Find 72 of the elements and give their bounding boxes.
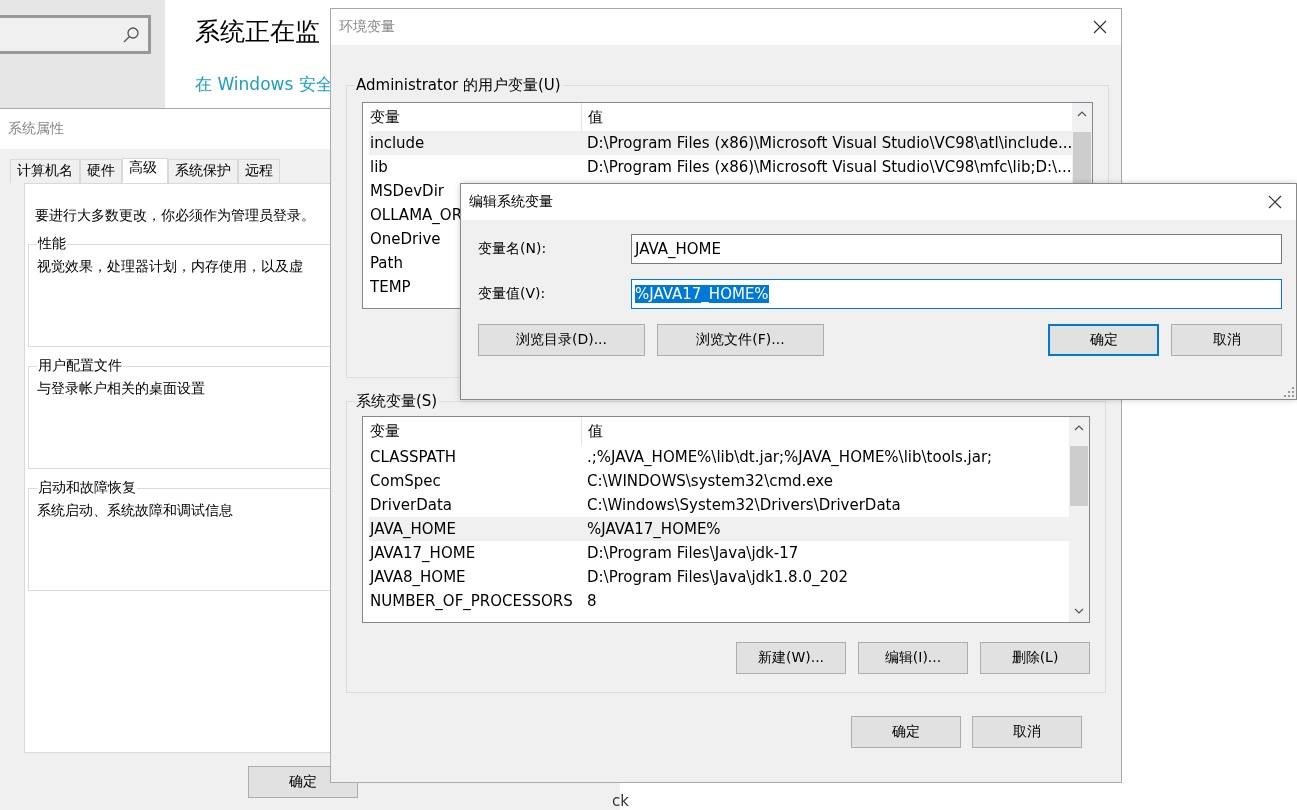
table-cell: D:\Program Files (x86)\Microsoft Visual Studio\VC98\mfc\lib;D:\... (587, 158, 1072, 176)
table-cell: JAVA8_HOME (370, 568, 466, 586)
scroll-down-icon[interactable] (1074, 608, 1084, 614)
dialog-button[interactable]: 取消 (972, 716, 1082, 748)
field-label: 变量名(N): (478, 240, 548, 258)
field-label: 变量值(V): (478, 285, 547, 303)
window-title: 编辑系统变量 (469, 193, 553, 211)
table-cell: JAVA_HOME (370, 520, 457, 538)
table-cell: .;%JAVA_HOME%\lib\dt.jar;%JAVA_HOME%\lib\tools.jar; (587, 448, 993, 466)
table-cell: JAVA17_HOME (370, 544, 476, 562)
tab[interactable]: 高级 (122, 158, 168, 183)
table-cell: C:\Windows\System32\Drivers\DriverData (587, 496, 901, 514)
group-title: 用户配置文件 (37, 357, 123, 375)
scroll-up-icon[interactable] (1074, 425, 1084, 431)
group-description: 与登录帐户相关的桌面设置 (37, 380, 205, 398)
list-row[interactable]: JAVA17_HOME D:\Program Files\Java\jdk-17 (369, 541, 1069, 565)
table-cell: lib (370, 158, 388, 176)
table-cell: Path (370, 254, 403, 272)
close-icon[interactable] (1268, 195, 1282, 209)
dialog-button[interactable]: 确定 (1048, 324, 1159, 356)
text-fragment: ck (612, 792, 629, 810)
dialog-button[interactable]: 取消 (1171, 324, 1282, 356)
dialog-button[interactable]: 确定 (851, 716, 961, 748)
page-title: 系统正在监 (195, 17, 321, 47)
group-title: 系统变量(S) (355, 392, 439, 411)
input-field[interactable]: %JAVA17_HOME% (631, 279, 1282, 309)
notice-text: 要进行大多数更改，你必须作为管理员登录。 (35, 207, 315, 225)
list-row[interactable]: CLASSPATH .;%JAVA_HOME%\lib\dt.jar;%JAVA_HOME%\lib\tools.jar; (369, 445, 1069, 469)
dialog-button[interactable]: 删除(L) (980, 642, 1090, 674)
dialog-button[interactable]: 浏览文件(F)... (657, 324, 824, 356)
table-cell: ComSpec (370, 472, 441, 490)
list-row[interactable]: NUMBER_OF_PROCESSORS 8 (369, 589, 1069, 613)
tab[interactable]: 系统保护 (168, 159, 238, 183)
list-row[interactable]: lib D:\Program Files (x86)\Microsoft Visual Studio\VC98\mfc\lib;D:\... (369, 155, 1073, 179)
tab[interactable]: 远程 (238, 159, 280, 183)
table-cell: NUMBER_OF_PROCESSORS (370, 592, 573, 610)
scrollbar-thumb[interactable] (1070, 446, 1088, 506)
tab[interactable]: 硬件 (80, 159, 122, 183)
table-cell: D:\Program Files\Java\jdk1.8.0_202 (587, 568, 849, 586)
column-header[interactable]: 值 (581, 417, 603, 445)
search-icon[interactable] (122, 25, 140, 44)
group-title: Administrator 的用户变量(U) (355, 76, 562, 95)
group-description: 视觉效果，处理器计划，内存使用，以及虚 (37, 258, 303, 276)
dialog-button[interactable]: 浏览目录(D)... (478, 324, 645, 356)
table-cell: OLLAMA_OR (370, 206, 463, 224)
scrollbar[interactable] (1069, 417, 1089, 622)
table-cell: DriverData (370, 496, 452, 514)
input-field[interactable]: JAVA_HOME (631, 234, 1282, 264)
group-title: 性能 (37, 235, 67, 253)
group-description: 系统启动、系统故障和调试信息 (37, 502, 233, 520)
window-title: 环境变量 (339, 18, 395, 36)
table-cell: D:\Program Files\Java\jdk-17 (587, 544, 799, 562)
list-row[interactable]: JAVA_HOME %JAVA17_HOME% (369, 517, 1069, 541)
table-cell: include (370, 134, 425, 152)
scroll-up-icon[interactable] (1077, 111, 1088, 117)
column-header[interactable]: 变量 (369, 107, 581, 127)
tab[interactable]: 计算机名 (10, 159, 80, 183)
search-field[interactable] (0, 15, 151, 54)
group-title: 启动和故障恢复 (37, 479, 137, 497)
table-cell: 8 (587, 592, 597, 610)
dialog-button[interactable]: 编辑(I)... (858, 642, 968, 674)
list-row[interactable]: ComSpec C:\WINDOWS\system32\cmd.exe (369, 469, 1069, 493)
list-row[interactable]: include D:\Program Files (x86)\Microsoft Visual Studio\VC98\atl\include... (369, 131, 1073, 155)
table-cell: CLASSPATH (370, 448, 457, 466)
column-header[interactable]: 变量 (369, 421, 581, 441)
table-cell: %JAVA17_HOME% (587, 520, 721, 538)
resize-grip-icon[interactable] (1284, 387, 1294, 397)
list-row[interactable]: JAVA8_HOME D:\Program Files\Java\jdk1.8.0_202 (369, 565, 1069, 589)
table-cell: C:\WINDOWS\system32\cmd.exe (587, 472, 833, 490)
list-row[interactable]: DriverData C:\Windows\System32\Drivers\DriverData (369, 493, 1069, 517)
dialog-button[interactable]: 新建(W)... (736, 642, 846, 674)
close-icon[interactable] (1093, 20, 1107, 34)
